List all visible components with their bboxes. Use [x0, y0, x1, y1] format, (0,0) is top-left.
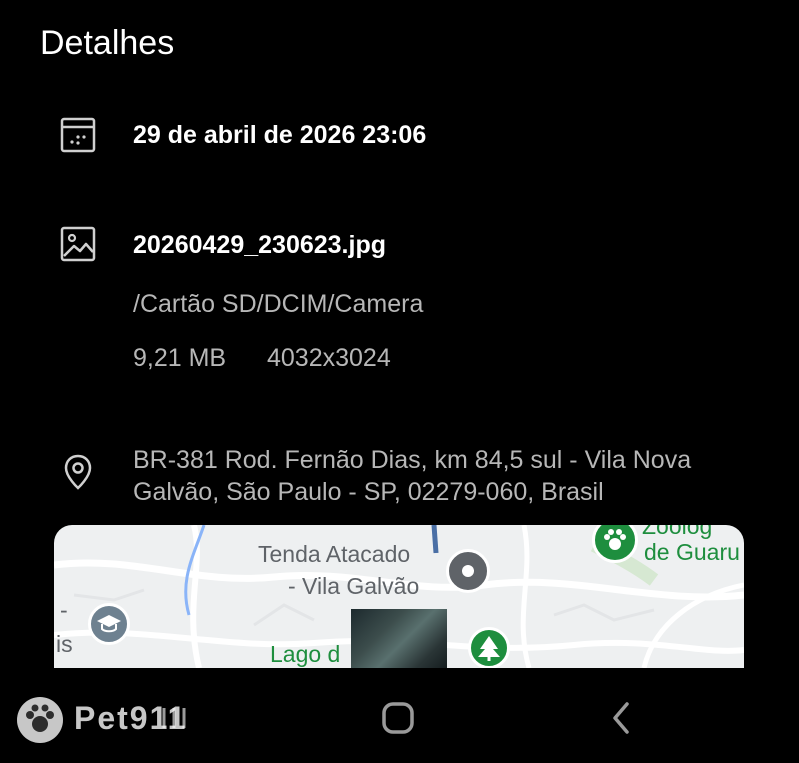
photo-thumbnail[interactable]: [351, 609, 447, 668]
file-name-text: 20260429_230623.jpg: [133, 231, 386, 259]
map-label-store: Tenda Atacado: [258, 541, 411, 567]
map-label-lake: Lago d: [270, 641, 341, 667]
file-path-text: /Cartão SD/DCIM/Camera: [133, 290, 424, 318]
place-marker-icon: [446, 549, 490, 593]
map-label-edge-1: -: [60, 597, 68, 623]
file-size-text: 9,21 MB: [133, 344, 227, 372]
map-label-store-line2: - Vila Galvão: [288, 573, 420, 599]
page-title: Detalhes: [40, 24, 175, 62]
map-preview[interactable]: Tenda Atacado - Vila Galvão Lago d Zooló…: [54, 525, 744, 668]
park-marker-icon: [468, 627, 510, 668]
map-label-zoo-line2: de Guaru: [644, 539, 740, 565]
date-time-text: 29 de abril de 2026 23:06: [133, 121, 427, 149]
map-label-edge-2: is: [56, 631, 73, 657]
paw-logo-icon: [14, 694, 66, 746]
school-marker-icon: [88, 603, 130, 645]
resolution-text: 4032x3024: [267, 344, 391, 372]
image-icon: [58, 224, 98, 264]
address-text: BR-381 Rod. Fernão Dias, km 84,5 sul - V…: [133, 446, 692, 506]
back-icon[interactable]: [600, 696, 644, 740]
calendar-icon: [58, 115, 98, 155]
zoo-marker-icon: [592, 525, 638, 563]
location-pin-icon: [58, 452, 98, 492]
map-label-zoo-line1: Zoológ: [642, 525, 713, 539]
watermark-text: Pet911: [74, 700, 188, 736]
home-icon[interactable]: [376, 696, 420, 740]
